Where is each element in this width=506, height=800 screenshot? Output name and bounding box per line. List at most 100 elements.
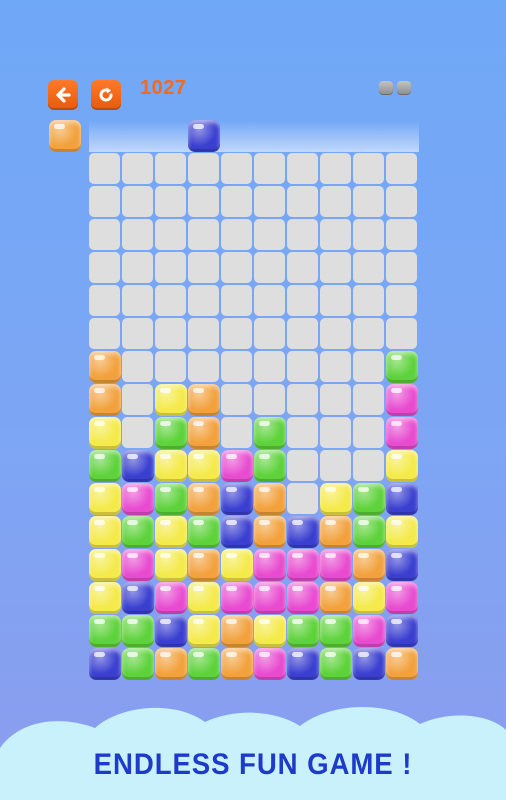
back-button[interactable] xyxy=(48,80,78,110)
empty-cell xyxy=(221,285,252,316)
orange-block xyxy=(155,648,187,680)
magenta-block xyxy=(122,549,154,581)
empty-cell xyxy=(287,384,318,415)
orange-block xyxy=(188,483,220,515)
orange-block xyxy=(188,417,220,449)
magenta-block xyxy=(386,417,418,449)
empty-cell xyxy=(155,153,186,184)
yellow-block xyxy=(89,483,121,515)
empty-cell xyxy=(122,219,153,250)
empty-cell xyxy=(353,417,384,448)
empty-cell xyxy=(320,153,351,184)
blue-block xyxy=(155,615,187,647)
green-block xyxy=(188,516,220,548)
empty-cell xyxy=(287,450,318,481)
empty-cell xyxy=(320,285,351,316)
orange-block xyxy=(89,351,121,383)
falling-piece[interactable] xyxy=(188,120,220,152)
empty-cell xyxy=(254,219,285,250)
empty-cell xyxy=(353,186,384,217)
empty-cell xyxy=(221,186,252,217)
green-block xyxy=(353,483,385,515)
blue-block xyxy=(287,516,319,548)
empty-cell xyxy=(353,219,384,250)
pause-icon xyxy=(379,81,393,95)
empty-cell xyxy=(254,252,285,283)
empty-cell xyxy=(221,351,252,382)
magenta-block xyxy=(254,582,286,614)
yellow-block xyxy=(221,549,253,581)
green-block xyxy=(122,648,154,680)
empty-cell xyxy=(221,384,252,415)
empty-cell xyxy=(122,186,153,217)
empty-cell xyxy=(122,153,153,184)
empty-cell xyxy=(89,186,120,217)
green-block xyxy=(122,615,154,647)
magenta-block xyxy=(122,483,154,515)
pause-icon xyxy=(397,81,411,95)
green-block xyxy=(287,615,319,647)
yellow-block xyxy=(386,516,418,548)
magenta-block xyxy=(287,549,319,581)
empty-cell xyxy=(221,252,252,283)
empty-cell xyxy=(386,219,417,250)
empty-cell xyxy=(386,318,417,349)
empty-cell xyxy=(386,285,417,316)
yellow-block xyxy=(320,483,352,515)
orange-block xyxy=(254,483,286,515)
empty-cell xyxy=(188,153,219,184)
empty-cell xyxy=(122,285,153,316)
empty-cell xyxy=(188,318,219,349)
empty-cell xyxy=(254,318,285,349)
restart-button[interactable] xyxy=(91,80,121,110)
score-display: 1027 xyxy=(140,77,187,99)
game-board[interactable] xyxy=(89,153,419,681)
empty-cell xyxy=(320,384,351,415)
empty-cell xyxy=(122,252,153,283)
empty-cell xyxy=(254,186,285,217)
empty-cell xyxy=(254,153,285,184)
empty-cell xyxy=(320,186,351,217)
pause-button[interactable] xyxy=(379,81,411,95)
orange-block xyxy=(254,516,286,548)
empty-cell xyxy=(221,219,252,250)
empty-cell xyxy=(188,285,219,316)
blue-block xyxy=(221,483,253,515)
next-piece-preview xyxy=(49,120,81,152)
green-block xyxy=(89,615,121,647)
empty-cell xyxy=(122,384,153,415)
magenta-block xyxy=(254,549,286,581)
empty-cell xyxy=(122,417,153,448)
yellow-block xyxy=(155,549,187,581)
empty-cell xyxy=(386,153,417,184)
empty-cell xyxy=(320,450,351,481)
green-block xyxy=(122,516,154,548)
empty-cell xyxy=(320,219,351,250)
empty-cell xyxy=(320,318,351,349)
magenta-block xyxy=(221,450,253,482)
empty-cell xyxy=(287,219,318,250)
empty-cell xyxy=(89,318,120,349)
magenta-block xyxy=(353,615,385,647)
empty-cell xyxy=(254,285,285,316)
blue-block xyxy=(386,615,418,647)
orange-block xyxy=(221,615,253,647)
magenta-block xyxy=(320,549,352,581)
green-block xyxy=(188,648,220,680)
magenta-block xyxy=(386,582,418,614)
empty-cell xyxy=(155,186,186,217)
empty-cell xyxy=(89,252,120,283)
empty-cell xyxy=(122,318,153,349)
yellow-block xyxy=(254,615,286,647)
orange-block xyxy=(188,549,220,581)
empty-cell xyxy=(353,384,384,415)
yellow-block xyxy=(353,582,385,614)
green-block xyxy=(155,417,187,449)
empty-cell xyxy=(155,219,186,250)
blue-block xyxy=(386,549,418,581)
magenta-block xyxy=(254,648,286,680)
yellow-block xyxy=(89,549,121,581)
empty-cell xyxy=(155,351,186,382)
empty-cell xyxy=(353,252,384,283)
empty-cell xyxy=(188,252,219,283)
